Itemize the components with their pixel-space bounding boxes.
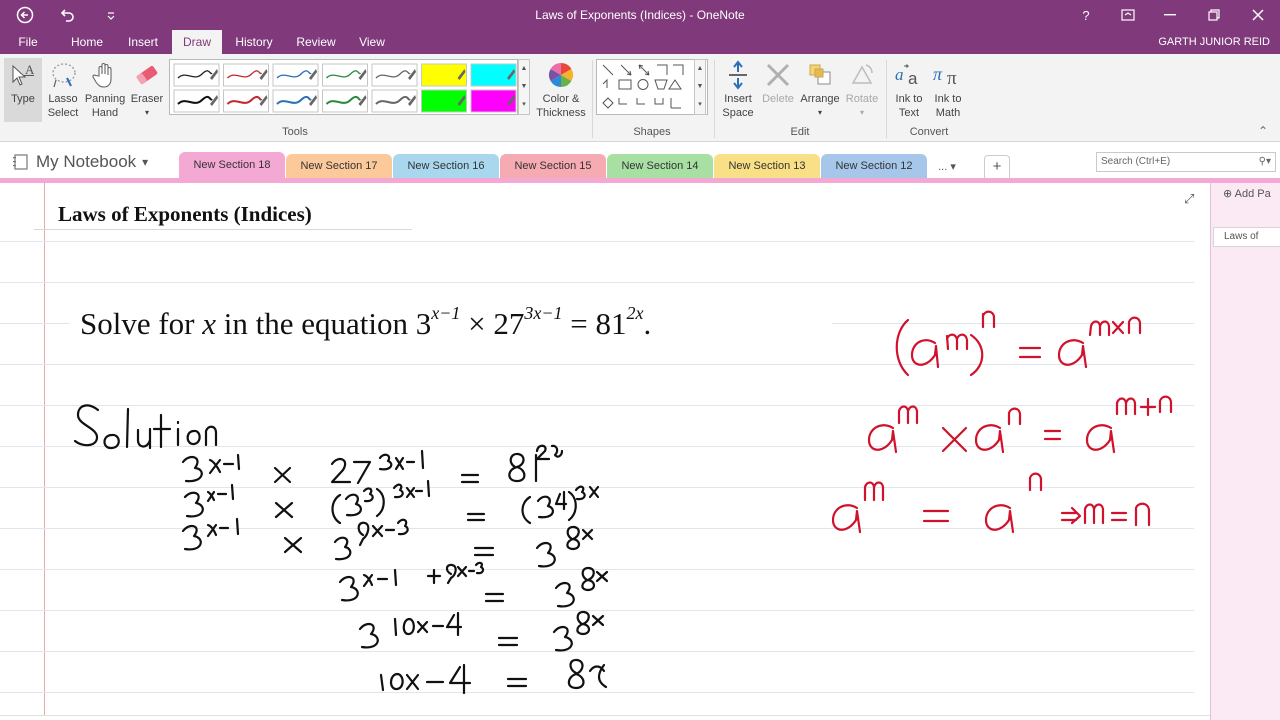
pages-pane: ⊕ Add Pa Laws of: [1210, 183, 1280, 720]
tab-review[interactable]: Review: [290, 30, 342, 54]
rotate-button[interactable]: Rotate ▾: [842, 58, 882, 122]
pen-swatch[interactable]: [322, 89, 368, 113]
notebook-selector[interactable]: My Notebook ▾: [12, 152, 148, 172]
edit-group-label: Edit: [790, 126, 810, 138]
draw-ribbon: A Type Lasso Select Panning Hand Eraser …: [0, 54, 1280, 142]
convert-group-label: Convert: [909, 126, 949, 138]
section-tab[interactable]: New Section 14: [607, 154, 713, 178]
pen-swatch[interactable]: [371, 63, 418, 87]
pen-gallery-scroll[interactable]: ▲ ▼ ▾: [518, 59, 530, 115]
highlighter-swatch[interactable]: [421, 63, 467, 87]
pen-swatch[interactable]: [371, 89, 418, 113]
ink-drawing[interactable]: [0, 183, 1210, 720]
arrange-button[interactable]: Arrange ▾: [798, 58, 842, 122]
section-tab[interactable]: New Section 17: [286, 154, 392, 178]
chevron-down-icon: ▾: [142, 155, 149, 169]
section-tab[interactable]: New Section 15: [500, 154, 606, 178]
ink-exponent-laws-red: [831, 310, 1173, 534]
type-button[interactable]: A Type: [4, 58, 42, 122]
rotate-icon: [842, 58, 882, 92]
tab-insert[interactable]: Insert: [120, 30, 166, 54]
highlighter-swatch[interactable]: [421, 89, 467, 113]
add-section-button[interactable]: +: [984, 155, 1010, 178]
eraser-button[interactable]: Eraser ▾: [128, 58, 166, 122]
search-icon[interactable]: ⚲▾: [1259, 153, 1271, 171]
search-input[interactable]: Search (Ctrl+E) ⚲▾: [1096, 152, 1276, 172]
svg-text:a: a: [895, 65, 904, 84]
delete-button[interactable]: Delete: [760, 58, 796, 122]
delete-x-icon: [760, 58, 796, 92]
pen-swatch[interactable]: [272, 63, 319, 87]
pen-swatch[interactable]: [173, 89, 220, 113]
insert-space-button[interactable]: Insert Space: [718, 58, 758, 122]
pen-swatch[interactable]: [322, 63, 368, 87]
tab-view[interactable]: View: [352, 30, 392, 54]
lasso-icon: [44, 58, 82, 92]
section-bar: My Notebook ▾ New Section 18 New Section …: [0, 142, 1280, 178]
horizontal-scrollbar[interactable]: [0, 715, 1210, 720]
tools-group-label: Tools: [282, 126, 308, 138]
color-thickness-button[interactable]: Color & Thickness: [534, 58, 588, 122]
shapes-group-label: Shapes: [633, 126, 671, 138]
highlighter-swatch[interactable]: [470, 89, 517, 113]
tab-draw[interactable]: Draw: [172, 30, 222, 54]
notebook-name: My Notebook: [36, 152, 137, 171]
pen-swatch[interactable]: [272, 89, 319, 113]
ribbon-tabs: File Home Insert Draw History Review Vie…: [0, 30, 1280, 54]
collapse-ribbon-button[interactable]: ⌃: [1258, 124, 1268, 138]
arrange-icon: [798, 58, 842, 92]
eraser-icon: [128, 58, 166, 92]
ink-solution-black: [73, 404, 609, 695]
tab-file[interactable]: File: [8, 30, 48, 54]
shapes-gallery-scroll[interactable]: ▲ ▼ ▾: [694, 59, 706, 115]
add-page-button[interactable]: ⊕ Add Pa: [1223, 187, 1271, 200]
tab-history[interactable]: History: [228, 30, 280, 54]
panning-hand-button[interactable]: Panning Hand: [84, 58, 126, 122]
page-list-item[interactable]: Laws of: [1213, 227, 1280, 247]
ink-to-math-icon: ππ: [928, 58, 968, 92]
add-page-icon: ⊕: [1223, 188, 1233, 200]
ribbon-display-options-button[interactable]: [1112, 4, 1144, 26]
more-sections-button[interactable]: ... ▾: [924, 156, 970, 178]
ink-to-text-icon: aa: [890, 58, 928, 92]
insert-space-icon: [718, 58, 758, 92]
svg-text:π: π: [933, 64, 943, 84]
user-name[interactable]: GARTH JUNIOR REID: [1158, 36, 1270, 48]
page-canvas[interactable]: Laws of Exponents (Indices) ⤢ Solve for …: [0, 183, 1210, 720]
restore-button[interactable]: [1198, 4, 1230, 26]
title-bar: Laws of Exponents (Indices) - OneNote ?: [0, 0, 1280, 30]
section-tab[interactable]: New Section 16: [393, 154, 499, 178]
minimize-button[interactable]: [1154, 4, 1186, 26]
pen-swatch[interactable]: [223, 63, 269, 87]
section-tab[interactable]: New Section 13: [714, 154, 820, 178]
ink-to-math-button[interactable]: ππ Ink to Math: [928, 58, 968, 122]
pen-swatch[interactable]: [223, 89, 269, 113]
shapes-gallery: [596, 59, 708, 115]
type-cursor-icon: A: [4, 58, 42, 92]
pen-gallery: [169, 59, 518, 115]
svg-text:A: A: [25, 62, 35, 77]
ink-to-text-button[interactable]: aa Ink to Text: [890, 58, 928, 122]
notebook-icon: [13, 154, 28, 170]
section-tab[interactable]: New Section 18: [179, 152, 285, 178]
pen-gallery-swatches: [173, 63, 517, 113]
tab-home[interactable]: Home: [62, 30, 112, 54]
lasso-select-button[interactable]: Lasso Select: [44, 58, 82, 122]
help-button[interactable]: ?: [1070, 4, 1102, 26]
hand-icon: [84, 58, 126, 92]
close-button[interactable]: [1242, 4, 1274, 26]
pen-swatch[interactable]: [173, 63, 220, 87]
svg-text:a: a: [908, 69, 918, 88]
svg-text:π: π: [947, 68, 957, 89]
highlighter-swatch[interactable]: [470, 63, 517, 87]
section-tab[interactable]: New Section 12: [821, 154, 927, 178]
color-wheel-icon: [534, 58, 588, 92]
shapes-icons: [602, 64, 684, 109]
